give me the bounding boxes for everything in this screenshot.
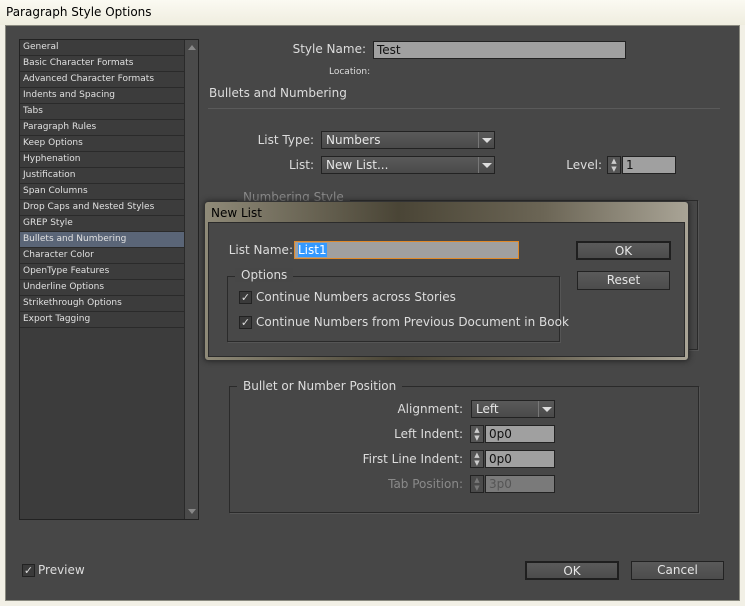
sidebar-item[interactable]: Indents and Spacing xyxy=(20,88,184,104)
sidebar-item[interactable]: Underline Options xyxy=(20,280,184,296)
options-title: Options xyxy=(235,268,294,282)
sidebar-item[interactable]: Export Tagging xyxy=(20,312,184,328)
sidebar-item[interactable]: Paragraph Rules xyxy=(20,120,184,136)
alignment-label: Alignment: xyxy=(397,402,463,416)
sidebar-item[interactable]: General xyxy=(20,40,184,56)
category-list: General Basic Character Formats Advanced C… xyxy=(19,39,199,520)
tab-position-label: Tab Position: xyxy=(388,477,463,491)
options-group xyxy=(227,276,560,342)
list-type-dropdown[interactable]: Numbers xyxy=(321,131,495,149)
sidebar-item[interactable]: Justification xyxy=(20,168,184,184)
sidebar-item[interactable]: Hyphenation xyxy=(20,152,184,168)
location-label: Location: xyxy=(329,67,371,77)
left-indent-input[interactable]: 0p0 xyxy=(485,425,555,443)
preview-checkbox[interactable]: ✓ xyxy=(22,564,35,577)
scroll-down-icon[interactable] xyxy=(188,509,196,514)
window-titlebar: Paragraph Style Options xyxy=(0,0,745,25)
list-dropdown[interactable]: New List... xyxy=(321,156,495,174)
divider xyxy=(208,108,720,109)
chevron-down-icon xyxy=(478,132,494,148)
continue-book-checkbox[interactable]: ✓ xyxy=(239,316,252,329)
scrollbar[interactable] xyxy=(184,40,198,519)
sidebar-item[interactable]: Tabs xyxy=(20,104,184,120)
sidebar-item[interactable]: GREP Style xyxy=(20,216,184,232)
section-title: Bullets and Numbering xyxy=(209,86,347,100)
list-type-label: List Type: xyxy=(257,133,314,147)
modal-reset-button[interactable]: Reset xyxy=(577,271,670,290)
list-name-value: List1 xyxy=(298,243,327,257)
left-indent-stepper[interactable]: ▲ ▼ xyxy=(470,425,484,443)
sidebar-item[interactable]: Span Columns xyxy=(20,184,184,200)
tab-position-input: 3p0 xyxy=(485,475,555,493)
level-label: Level: xyxy=(566,158,602,172)
continue-stories-label: Continue Numbers across Stories xyxy=(256,290,456,304)
new-list-dialog: New List List Name: List1 Options ✓ Cont… xyxy=(204,201,689,361)
sidebar-item[interactable]: OpenType Features xyxy=(20,264,184,280)
list-name-input[interactable]: List1 xyxy=(294,241,519,259)
left-indent-label: Left Indent: xyxy=(394,427,463,441)
continue-stories-checkbox[interactable]: ✓ xyxy=(239,291,252,304)
list-value: New List... xyxy=(326,158,389,172)
sidebar-item[interactable]: Strikethrough Options xyxy=(20,296,184,312)
sidebar-item[interactable]: Character Color xyxy=(20,248,184,264)
modal-ok-button[interactable]: OK xyxy=(576,241,671,260)
style-name-input[interactable]: Test xyxy=(373,41,626,59)
first-line-indent-input[interactable]: 0p0 xyxy=(485,450,555,468)
style-name-label: Style Name: xyxy=(292,42,366,56)
position-title: Bullet or Number Position xyxy=(237,379,403,393)
continue-book-label: Continue Numbers from Previous Document … xyxy=(256,315,569,329)
alignment-dropdown[interactable]: Left xyxy=(471,400,555,418)
tab-position-value: 3p0 xyxy=(489,477,512,491)
preview-label: Preview xyxy=(38,563,85,577)
sidebar-item[interactable]: Bullets and Numbering xyxy=(20,232,184,248)
first-line-indent-stepper[interactable]: ▲ ▼ xyxy=(470,450,484,468)
chevron-down-icon xyxy=(538,401,554,417)
ok-button[interactable]: OK xyxy=(525,561,619,580)
window-title: Paragraph Style Options xyxy=(6,5,152,19)
alignment-value: Left xyxy=(476,402,499,416)
sidebar-item[interactable]: Keep Options xyxy=(20,136,184,152)
list-label: List: xyxy=(288,158,314,172)
level-stepper[interactable]: ▲ ▼ xyxy=(607,156,621,174)
sidebar-item[interactable]: Drop Caps and Nested Styles xyxy=(20,200,184,216)
sidebar-item[interactable]: Advanced Character Formats xyxy=(20,72,184,88)
tab-position-stepper: ▲ ▼ xyxy=(470,475,484,493)
level-input[interactable]: 1 xyxy=(622,156,676,174)
cancel-button[interactable]: Cancel xyxy=(631,561,724,580)
scroll-up-icon[interactable] xyxy=(188,45,196,50)
sidebar-item[interactable]: Basic Character Formats xyxy=(20,56,184,72)
list-name-label: List Name: xyxy=(228,243,293,257)
position-group xyxy=(229,386,699,513)
list-type-value: Numbers xyxy=(326,133,381,147)
first-line-indent-label: First Line Indent: xyxy=(362,452,463,466)
chevron-down-icon xyxy=(478,157,494,173)
new-list-title: New List xyxy=(211,206,262,220)
